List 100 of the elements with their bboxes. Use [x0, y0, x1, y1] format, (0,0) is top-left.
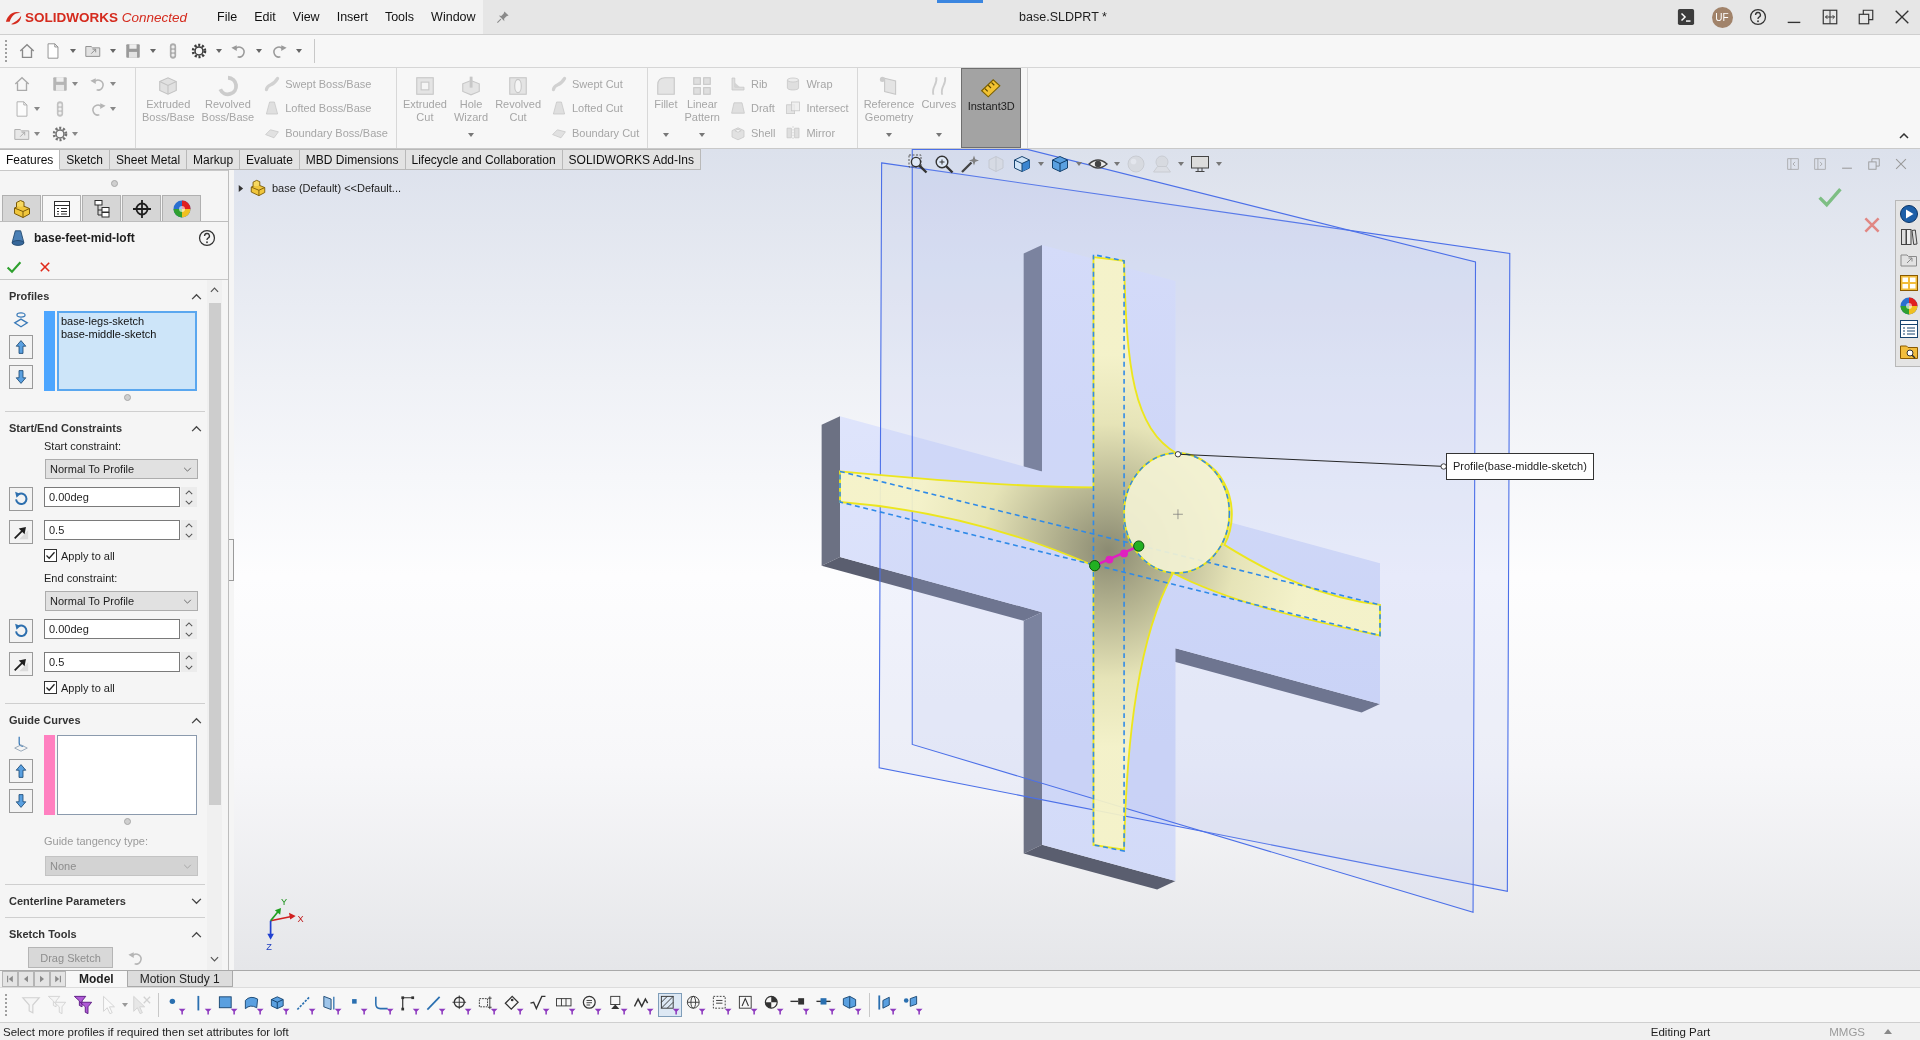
- magnifier-icon[interactable]: [934, 154, 954, 174]
- help-icon[interactable]: [198, 229, 216, 247]
- blade-filter-icon[interactable]: [875, 993, 899, 1017]
- selection-list[interactable]: base-legs-sketch base-middle-sketch: [57, 311, 197, 391]
- dimension-filter-icon[interactable]: [476, 993, 500, 1017]
- menu-item[interactable]: File: [217, 10, 238, 24]
- panel-tab[interactable]: [82, 195, 121, 221]
- pie-filter-icon[interactable]: [762, 993, 786, 1017]
- list-item[interactable]: base-legs-sketch: [61, 315, 193, 328]
- chevron-icon[interactable]: [191, 424, 202, 432]
- move-down-button[interactable]: [9, 365, 33, 389]
- caret-icon[interactable]: [72, 81, 78, 86]
- menu-item[interactable]: View: [292, 10, 320, 24]
- ribbon-tab[interactable]: MBD Dimensions: [299, 149, 406, 170]
- home-icon[interactable]: [18, 42, 36, 60]
- caret-icon[interactable]: [122, 1003, 128, 1007]
- dot-and-face-filter-icon[interactable]: [901, 993, 925, 1017]
- angle-button[interactable]: [9, 487, 33, 511]
- move-up-button[interactable]: [9, 759, 33, 783]
- tab-scroll-button[interactable]: [50, 971, 66, 987]
- caret-icon[interactable]: [150, 49, 156, 53]
- constraint-dropdown[interactable]: Normal To Profile: [45, 591, 198, 611]
- caret-icon[interactable]: [216, 49, 222, 53]
- resize-handle[interactable]: [110, 179, 118, 187]
- menu-item[interactable]: Insert: [336, 10, 368, 24]
- caret-icon[interactable]: [110, 81, 116, 86]
- scrollbar[interactable]: [207, 280, 222, 970]
- caret-icon[interactable]: [72, 131, 78, 136]
- caret-icon[interactable]: [296, 49, 302, 53]
- tree-item[interactable]: base (Default) <<Default...: [272, 182, 401, 194]
- caret-icon[interactable]: [34, 106, 40, 111]
- spinner[interactable]: [181, 520, 197, 540]
- length-field[interactable]: 0.5: [44, 652, 180, 672]
- cancel-cross-icon[interactable]: [38, 259, 52, 274]
- chevron-icon[interactable]: [191, 897, 202, 905]
- tile-icon[interactable]: [1821, 8, 1839, 26]
- settings-icon[interactable]: [190, 42, 208, 60]
- list-item[interactable]: base-middle-sketch: [61, 328, 193, 341]
- angle-field[interactable]: 0.00deg: [44, 619, 180, 639]
- note-filter-icon[interactable]: [580, 993, 604, 1017]
- shaded-box-filter-icon[interactable]: [840, 993, 864, 1017]
- move-down-button[interactable]: [9, 789, 33, 813]
- terminal-icon[interactable]: [1677, 8, 1695, 26]
- help-icon[interactable]: [1749, 8, 1767, 26]
- length-button[interactable]: [9, 652, 33, 676]
- caret-icon[interactable]: [110, 49, 116, 53]
- play-circle-icon[interactable]: [1899, 204, 1919, 224]
- section-title[interactable]: Centerline Parameters: [9, 895, 126, 907]
- chevron-icon[interactable]: [191, 716, 202, 724]
- caret-icon[interactable]: [1114, 162, 1120, 166]
- panel-tab[interactable]: [122, 195, 161, 221]
- caret-icon[interactable]: [70, 49, 76, 53]
- undo-icon[interactable]: [230, 42, 248, 60]
- face-filter-icon[interactable]: [216, 993, 240, 1017]
- resize-handle[interactable]: [123, 393, 131, 401]
- section-title[interactable]: Start/End Constraints: [9, 422, 123, 434]
- tab-scroll-button[interactable]: [34, 971, 50, 987]
- chevron-up-icon[interactable]: [1899, 133, 1909, 139]
- framed-triangle-filter-icon[interactable]: [736, 993, 760, 1017]
- scrollbar-thumb[interactable]: [208, 303, 221, 805]
- loft-connector[interactable]: [1089, 540, 1145, 572]
- caret-down-icon[interactable]: [210, 956, 219, 962]
- section-title[interactable]: Sketch Tools: [9, 928, 77, 940]
- spinner[interactable]: [181, 487, 197, 507]
- tag-filter-icon[interactable]: [502, 993, 526, 1017]
- ribbon-tab[interactable]: Sketch: [60, 149, 111, 170]
- hatch-filter-icon[interactable]: [658, 993, 682, 1017]
- splitter-handle[interactable]: [229, 538, 234, 581]
- menu-item[interactable]: Window: [431, 10, 476, 24]
- ribbon-tab[interactable]: Lifecycle and Collaboration: [405, 149, 563, 170]
- checkbox-label[interactable]: Apply to all: [61, 681, 115, 694]
- save-icon[interactable]: [124, 42, 142, 60]
- spinner[interactable]: [181, 652, 197, 672]
- ribbon-tab[interactable]: Sheet Metal: [110, 149, 188, 170]
- checkbox[interactable]: [44, 681, 57, 694]
- redo-icon[interactable]: [270, 42, 288, 60]
- tab-scroll-button[interactable]: [18, 971, 34, 987]
- pin-icon[interactable]: [495, 10, 510, 24]
- tab-scroll-button[interactable]: [2, 971, 18, 987]
- settings-icon[interactable]: [51, 124, 69, 143]
- angle-field[interactable]: 0.00deg: [44, 487, 180, 507]
- angle-button[interactable]: [9, 619, 33, 643]
- monitor-icon[interactable]: [1190, 154, 1210, 174]
- caret-up-icon[interactable]: [1884, 1029, 1892, 1034]
- caret-icon[interactable]: [34, 131, 40, 136]
- funnel-stack-icon[interactable]: [71, 993, 95, 1017]
- caret-icon[interactable]: [110, 106, 116, 111]
- panel-tab[interactable]: [42, 195, 81, 221]
- sketch-corner-filter-icon[interactable]: [398, 993, 422, 1017]
- expand-arrow-icon[interactable]: [237, 184, 244, 192]
- close-icon[interactable]: [1893, 8, 1911, 26]
- view-cube-icon[interactable]: [1012, 154, 1032, 174]
- restore-icon[interactable]: [1857, 8, 1875, 26]
- caret-up-icon[interactable]: [210, 287, 219, 293]
- checkbox-label[interactable]: Apply to all: [61, 549, 115, 562]
- globe-filter-icon[interactable]: [684, 993, 708, 1017]
- chevron-icon[interactable]: [191, 930, 202, 938]
- caret-icon[interactable]: [256, 49, 262, 53]
- ribbon-toggle-button[interactable]: Instant3D: [961, 68, 1022, 148]
- length-button[interactable]: [9, 520, 33, 544]
